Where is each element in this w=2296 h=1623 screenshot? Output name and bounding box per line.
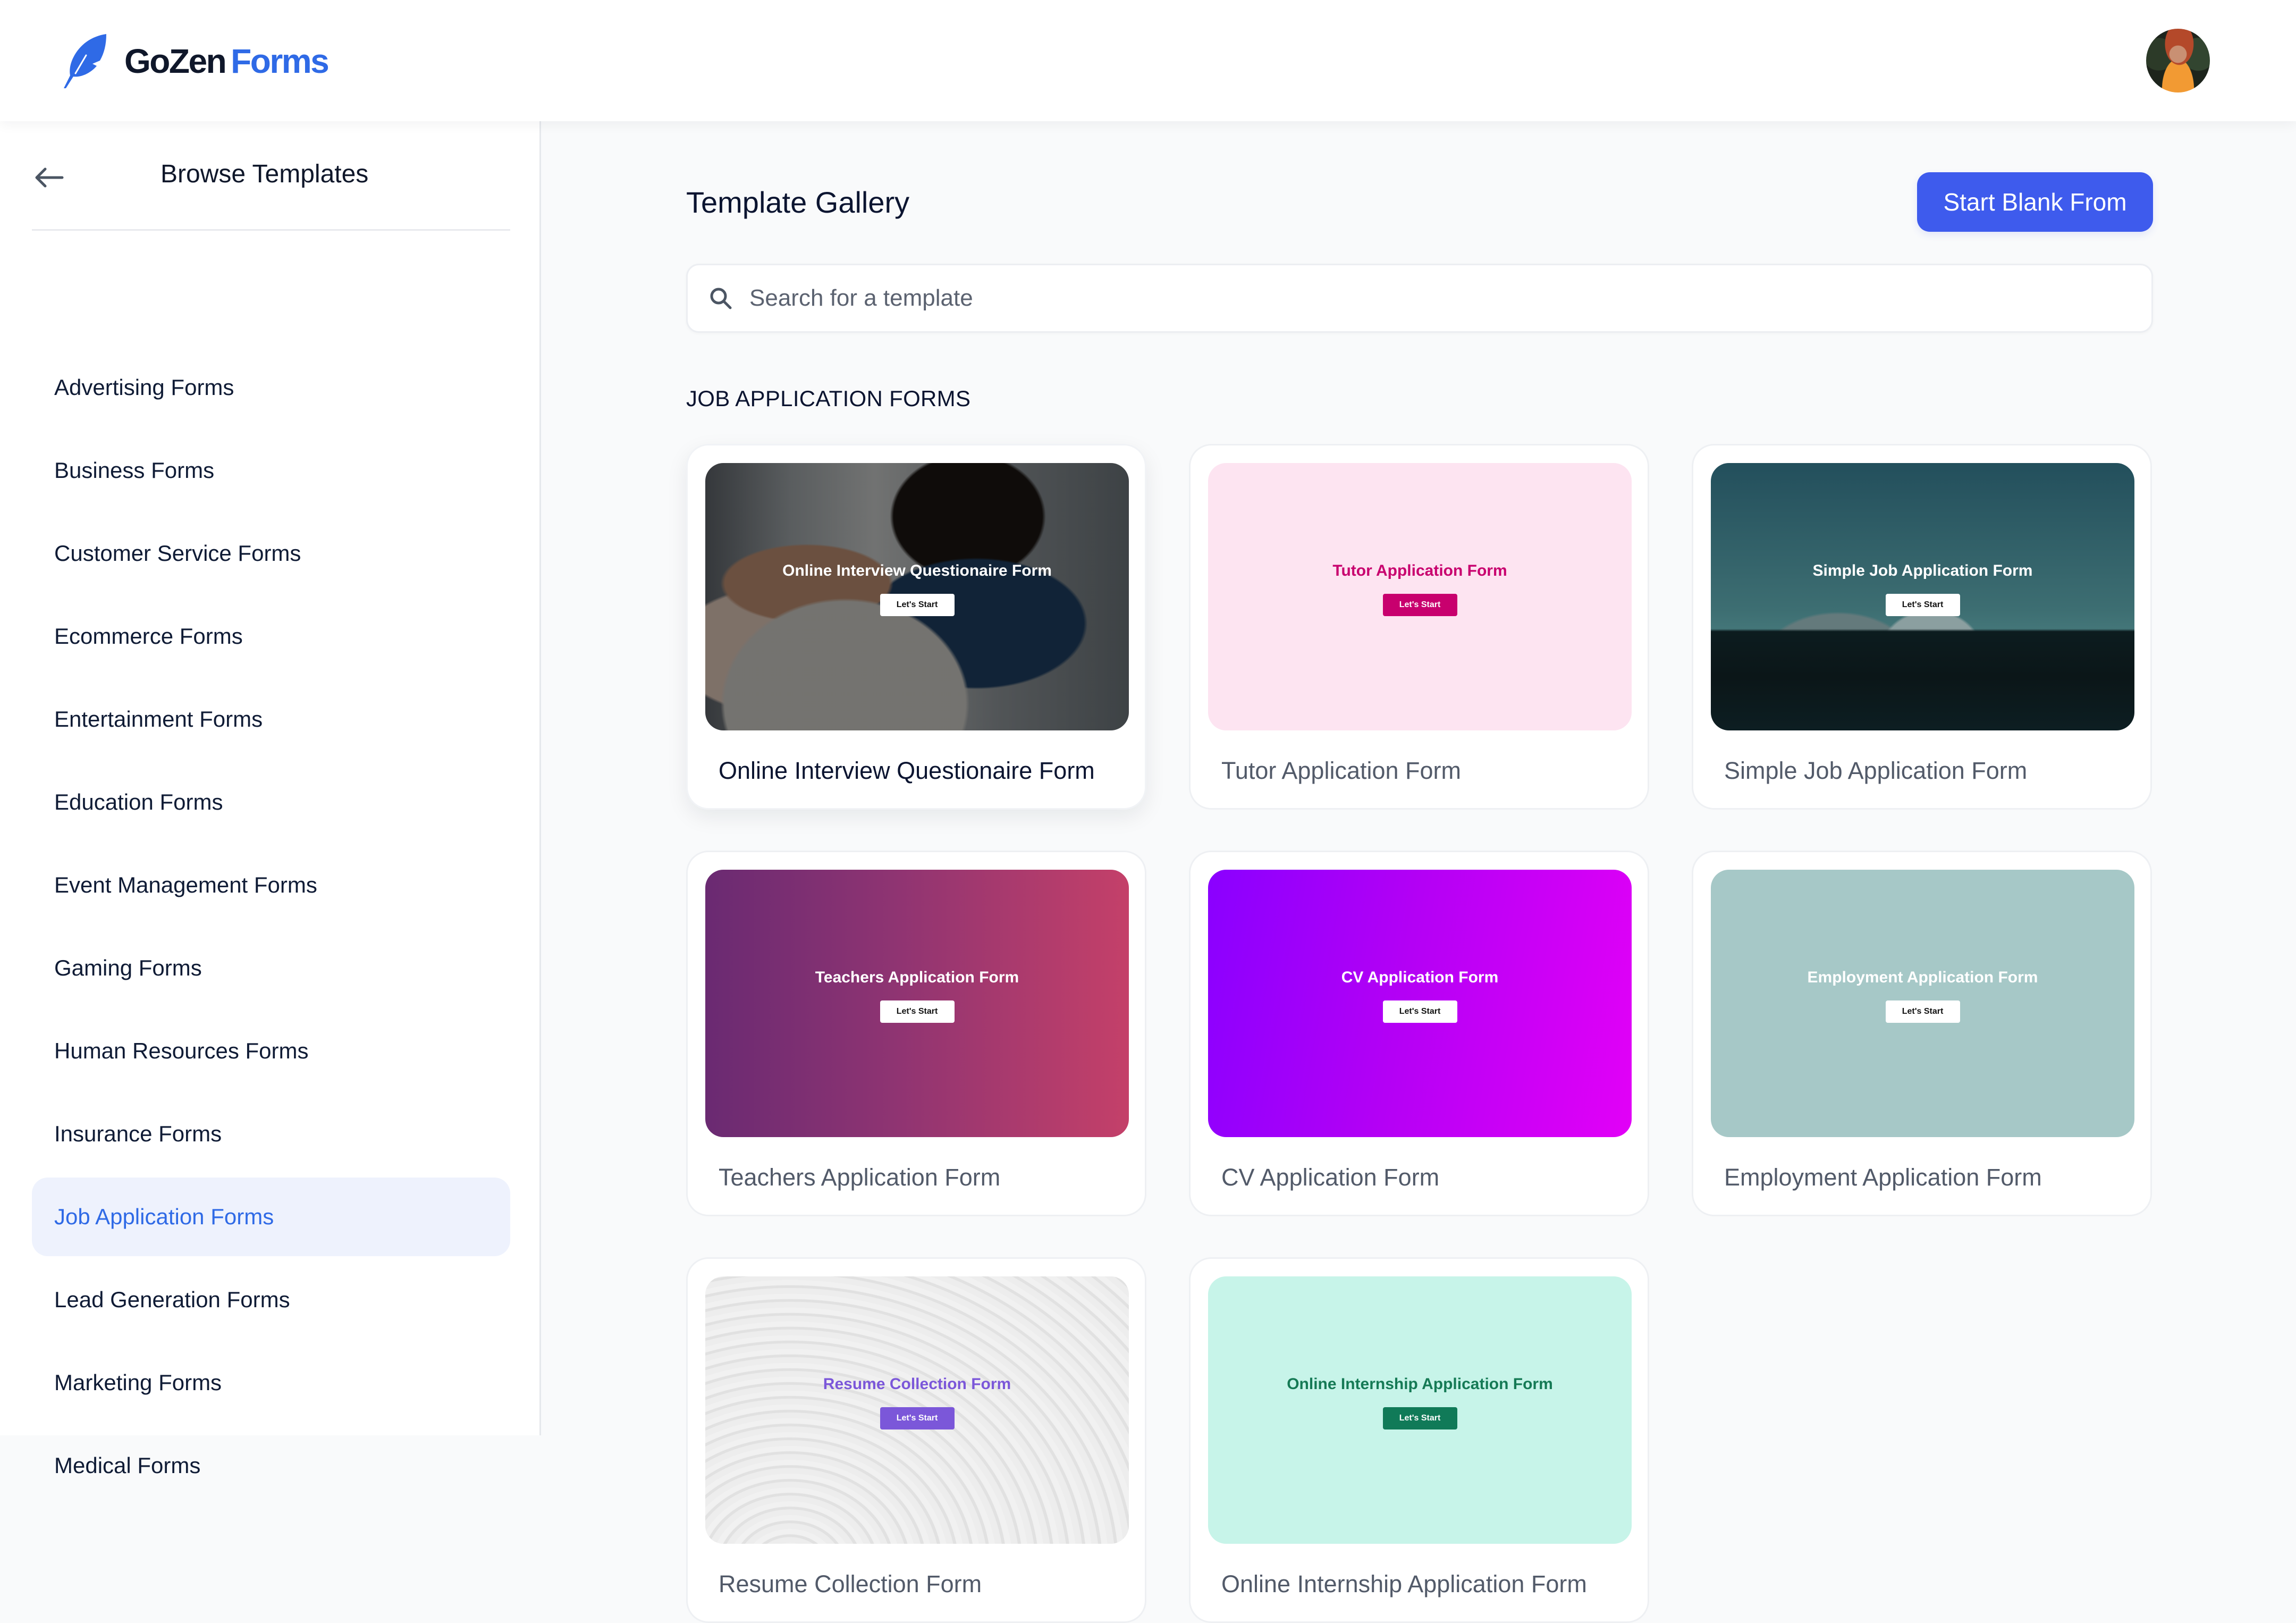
sidebar-item-job-application[interactable]: Job Application Forms xyxy=(32,1178,510,1256)
template-card[interactable]: Online Internship Application Form Let's… xyxy=(1189,1257,1649,1623)
template-preview: Simple Job Application Form Let's Start xyxy=(1711,463,2134,730)
template-title: Resume Collection Form xyxy=(719,1570,982,1597)
template-title: Online Internship Application Form xyxy=(1221,1570,1587,1597)
sidebar-header: Browse Templates xyxy=(32,121,510,231)
sidebar-item-medical[interactable]: Medical Forms xyxy=(32,1426,510,1505)
sidebar-item-marketing[interactable]: Marketing Forms xyxy=(32,1343,510,1422)
arrow-left-icon xyxy=(35,167,64,188)
sidebar-item-customer-service[interactable]: Customer Service Forms xyxy=(32,514,510,593)
sidebar-item-ecommerce[interactable]: Ecommerce Forms xyxy=(32,597,510,676)
preview-title: Online Interview Questionaire Form xyxy=(782,561,1052,579)
lets-start-button[interactable]: Let's Start xyxy=(1885,1000,1960,1023)
template-card[interactable]: CV Application Form Let's Start CV Appli… xyxy=(1189,851,1649,1216)
page-title: Template Gallery xyxy=(686,186,910,219)
sidebar-item-insurance[interactable]: Insurance Forms xyxy=(32,1095,510,1173)
brand-logo-link[interactable]: GoZen Forms xyxy=(60,33,330,89)
template-preview: Online Interview Questionaire Form Let's… xyxy=(705,463,1129,730)
preview-title: Employment Application Form xyxy=(1807,968,2038,986)
template-title: Online Interview Questionaire Form xyxy=(719,757,1095,784)
lets-start-button[interactable]: Let's Start xyxy=(1885,593,1960,616)
sidebar-item-event-management[interactable]: Event Management Forms xyxy=(32,846,510,924)
preview-title: Tutor Application Form xyxy=(1332,561,1507,579)
preview-title: Teachers Application Form xyxy=(815,968,1019,986)
sidebar-item-lead-generation[interactable]: Lead Generation Forms xyxy=(32,1260,510,1339)
sidebar-item-education[interactable]: Education Forms xyxy=(32,763,510,842)
section-heading: JOB APPLICATION FORMS xyxy=(686,386,971,411)
preview-title: Resume Collection Form xyxy=(823,1375,1011,1393)
template-title: Employment Application Form xyxy=(1724,1164,2042,1191)
sidebar-item-advertising[interactable]: Advertising Forms xyxy=(32,348,510,427)
top-header: GoZen Forms xyxy=(0,0,2296,121)
preview-title: CV Application Form xyxy=(1341,968,1499,986)
template-preview: Resume Collection Form Let's Start xyxy=(705,1276,1129,1544)
sidebar-title: Browse Templates xyxy=(161,160,369,188)
template-preview: Employment Application Form Let's Start xyxy=(1711,870,2134,1137)
template-title: Simple Job Application Form xyxy=(1724,757,2028,784)
lets-start-button[interactable]: Let's Start xyxy=(1382,593,1457,616)
feather-icon xyxy=(64,34,106,88)
lets-start-button[interactable]: Let's Start xyxy=(1382,1407,1457,1429)
template-title: Tutor Application Form xyxy=(1221,757,1462,784)
start-blank-form-button[interactable]: Start Blank From xyxy=(1917,172,2153,232)
sidebar-item-business[interactable]: Business Forms xyxy=(32,431,510,510)
sidebar-item-gaming[interactable]: Gaming Forms xyxy=(32,929,510,1007)
template-card[interactable]: Resume Collection Form Let's Start Resum… xyxy=(686,1257,1146,1623)
search-icon xyxy=(710,288,732,309)
category-list: Advertising Forms Business Forms Custome… xyxy=(32,348,510,1509)
brand-name: GoZen Forms xyxy=(124,41,330,81)
lets-start-button[interactable]: Let's Start xyxy=(1382,1000,1457,1023)
lets-start-button[interactable]: Let's Start xyxy=(880,593,955,616)
template-card[interactable]: Teachers Application Form Let's Start Te… xyxy=(686,851,1146,1216)
user-avatar[interactable] xyxy=(2146,29,2210,92)
brand-name-part2: Forms xyxy=(231,42,330,80)
search-input[interactable] xyxy=(733,265,2151,331)
sidebar-item-human-resources[interactable]: Human Resources Forms xyxy=(32,1012,510,1090)
preview-title: Simple Job Application Form xyxy=(1812,561,2033,579)
template-preview: CV Application Form Let's Start xyxy=(1208,870,1632,1137)
template-title: Teachers Application Form xyxy=(719,1164,1001,1191)
template-preview: Online Internship Application Form Let's… xyxy=(1208,1276,1632,1544)
lets-start-button[interactable]: Let's Start xyxy=(880,1000,955,1023)
preview-title: Online Internship Application Form xyxy=(1287,1375,1553,1393)
template-gallery: Template Gallery Start Blank From JOB AP… xyxy=(543,121,2296,1623)
template-card[interactable]: Online Interview Questionaire Form Let's… xyxy=(686,444,1146,810)
lets-start-button[interactable]: Let's Start xyxy=(880,1407,955,1429)
template-preview: Teachers Application Form Let's Start xyxy=(705,870,1129,1137)
template-preview: Tutor Application Form Let's Start xyxy=(1208,463,1632,730)
brand-name-part1: GoZen xyxy=(124,42,227,80)
template-card[interactable]: Employment Application Form Let's Start … xyxy=(1692,851,2152,1216)
back-button[interactable] xyxy=(32,161,66,195)
sidebar-item-entertainment[interactable]: Entertainment Forms xyxy=(32,680,510,759)
template-card[interactable]: Simple Job Application Form Let's Start … xyxy=(1692,444,2152,810)
template-title: CV Application Form xyxy=(1221,1164,1440,1191)
template-card[interactable]: Tutor Application Form Let's Start Tutor… xyxy=(1189,444,1649,810)
search-bar xyxy=(686,264,2153,333)
category-sidebar: Browse Templates Advertising Forms Busin… xyxy=(0,121,541,1478)
